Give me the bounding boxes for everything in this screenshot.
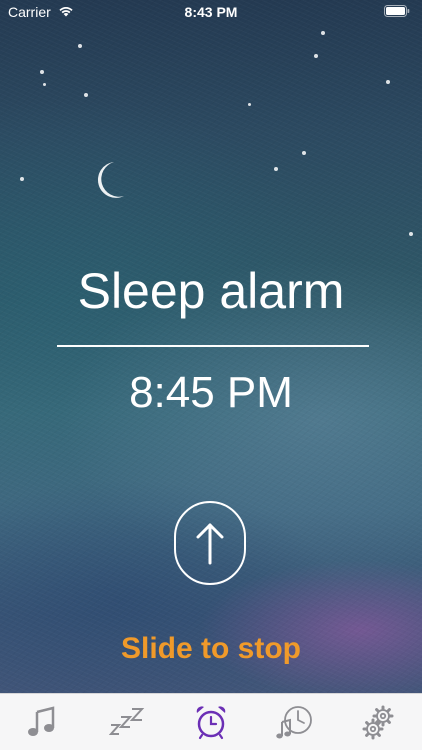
slide-handle[interactable] <box>174 501 246 585</box>
tab-settings[interactable] <box>338 694 422 750</box>
status-bar: Carrier 8:43 PM <box>0 0 422 24</box>
star-icon <box>409 232 413 236</box>
star-icon <box>84 93 88 97</box>
clock-music-icon <box>276 706 313 739</box>
star-icon <box>302 151 306 155</box>
gears-icon <box>362 705 394 740</box>
battery-icon <box>384 5 410 17</box>
star-icon <box>321 31 325 35</box>
tab-alarm[interactable] <box>169 694 253 750</box>
star-icon <box>386 80 390 84</box>
star-icon <box>78 44 82 48</box>
music-note-icon <box>28 706 55 736</box>
alarm-title: Sleep alarm <box>77 263 345 319</box>
moon-icon <box>97 162 124 198</box>
arrow-up-icon <box>196 523 224 565</box>
tab-sleep-timer[interactable] <box>253 694 337 750</box>
star-icon <box>248 103 251 106</box>
star-icon <box>40 70 44 74</box>
alarm-screen: Carrier 8:43 PM Sleep alarm 8:45 PM Slid… <box>0 0 422 750</box>
alarm-time: 8:45 PM <box>129 368 293 417</box>
star-icon <box>274 167 278 171</box>
divider <box>57 345 369 347</box>
slide-to-stop-label: Slide to stop <box>121 632 301 665</box>
tab-bar <box>0 693 422 750</box>
tab-music[interactable] <box>0 694 84 750</box>
status-time: 8:43 PM <box>184 4 238 20</box>
zzz-icon <box>108 708 144 735</box>
star-icon <box>314 54 318 58</box>
star-icon <box>43 83 46 86</box>
tab-sleep[interactable] <box>84 694 168 750</box>
alarm-clock-icon <box>196 706 226 740</box>
star-icon <box>20 177 24 181</box>
